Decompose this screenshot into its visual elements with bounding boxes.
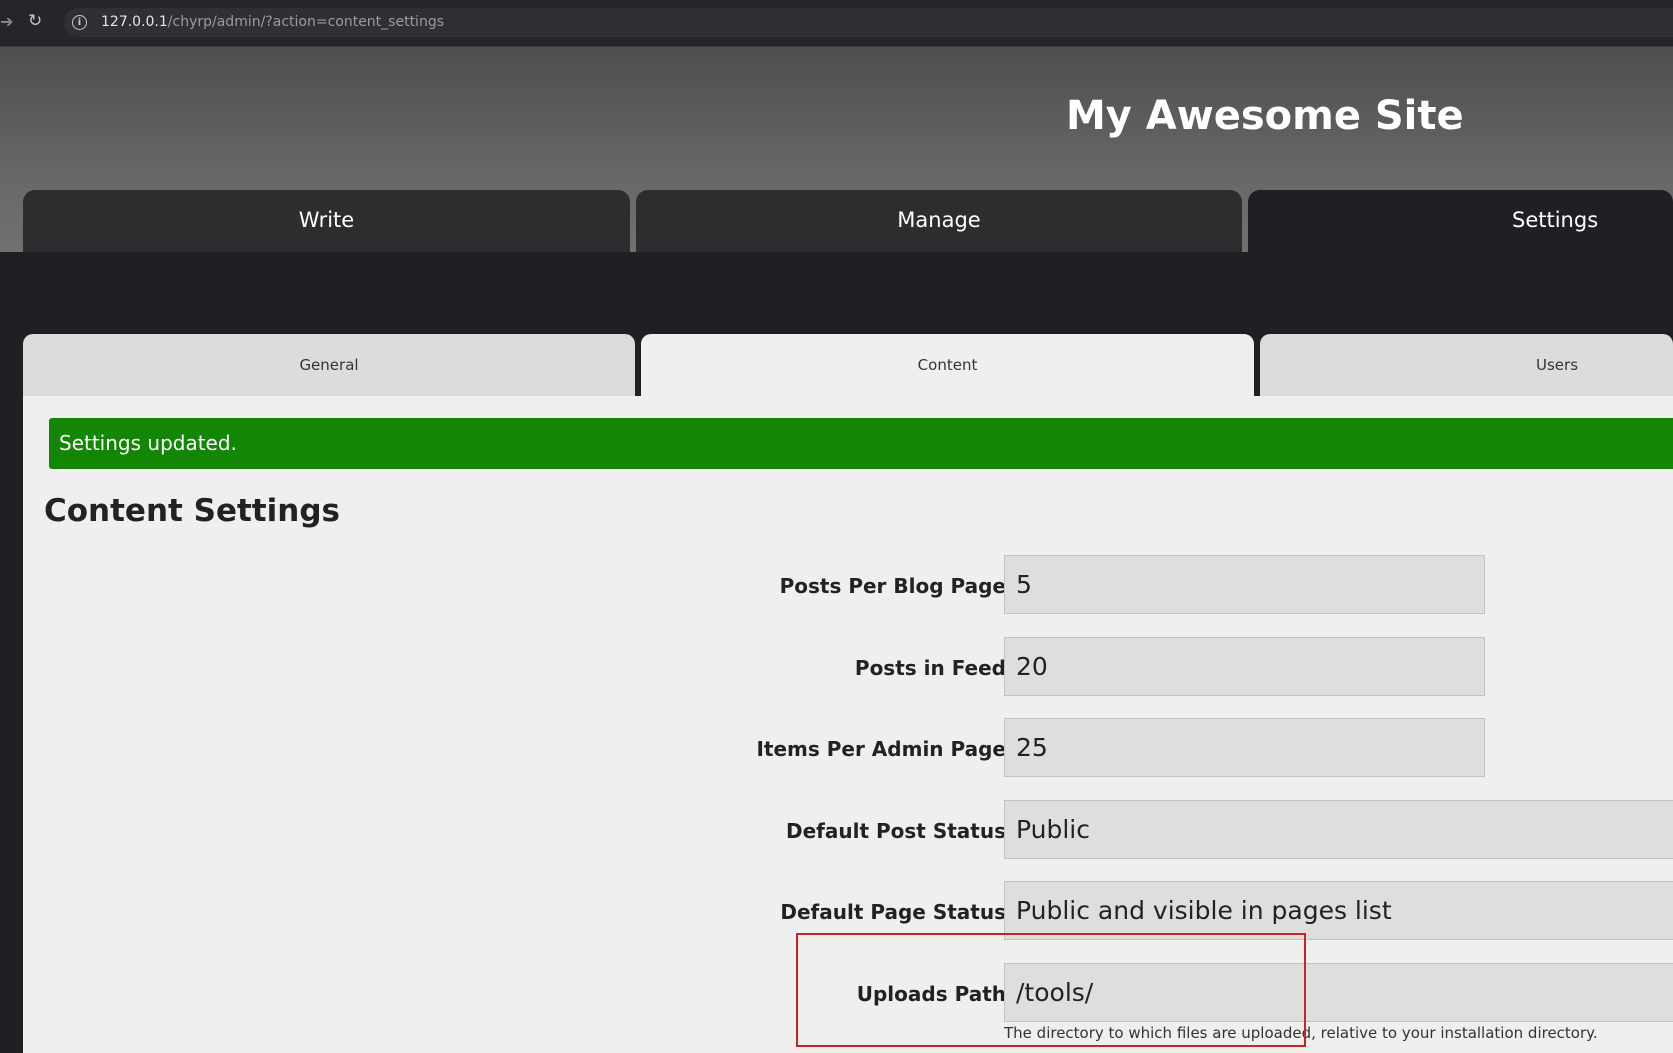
url-path: /chyrp/admin/?action=content_settings xyxy=(167,14,444,30)
tab-manage[interactable]: Manage xyxy=(636,190,1242,252)
browser-toolbar: ➔ ↻ i 127.0.0.1/chyrp/admin/?action=cont… xyxy=(0,0,1673,47)
site-title[interactable]: My Awesome Site xyxy=(1066,93,1464,139)
page-title: Content Settings xyxy=(44,493,340,529)
subtab-content[interactable]: Content xyxy=(641,334,1254,396)
url-text[interactable]: 127.0.0.1/chyrp/admin/?action=content_se… xyxy=(101,14,444,30)
content-panel: Settings updated. Content Settings Posts… xyxy=(23,396,1673,1053)
label-default-page-status: Default Page Status xyxy=(780,900,1006,924)
label-posts-in-feed: Posts in Feed xyxy=(854,656,1006,680)
input-posts-in-feed[interactable]: 20 xyxy=(1004,637,1485,696)
subtab-users[interactable]: Users xyxy=(1260,334,1673,396)
tab-write[interactable]: Write xyxy=(23,190,630,252)
flash-text: Settings updated. xyxy=(59,431,237,455)
address-bar[interactable]: i 127.0.0.1/chyrp/admin/?action=content_… xyxy=(64,8,1673,37)
select-default-post-status[interactable]: Public xyxy=(1004,800,1673,859)
label-default-post-status: Default Post Status xyxy=(786,819,1006,843)
input-posts-per-blog-page[interactable]: 5 xyxy=(1004,555,1485,614)
url-host: 127.0.0.1 xyxy=(101,14,168,30)
subtab-general[interactable]: General xyxy=(23,334,635,396)
label-items-per-admin-page: Items Per Admin Page xyxy=(756,737,1006,761)
subtab-users-label: Users xyxy=(1536,356,1579,374)
tab-settings-label: Settings xyxy=(1512,208,1599,232)
reload-icon[interactable]: ↻ xyxy=(28,11,42,31)
label-posts-per-blog-page: Posts Per Blog Page xyxy=(779,574,1006,598)
tab-settings[interactable]: Settings xyxy=(1248,190,1673,252)
info-icon[interactable]: i xyxy=(72,15,87,30)
flash-message: Settings updated. xyxy=(49,418,1673,469)
forward-icon[interactable]: ➔ xyxy=(0,12,13,31)
input-items-per-admin-page[interactable]: 25 xyxy=(1004,718,1485,777)
highlight-annotation xyxy=(796,933,1306,1047)
select-default-page-status[interactable]: Public and visible in pages list xyxy=(1004,881,1673,940)
